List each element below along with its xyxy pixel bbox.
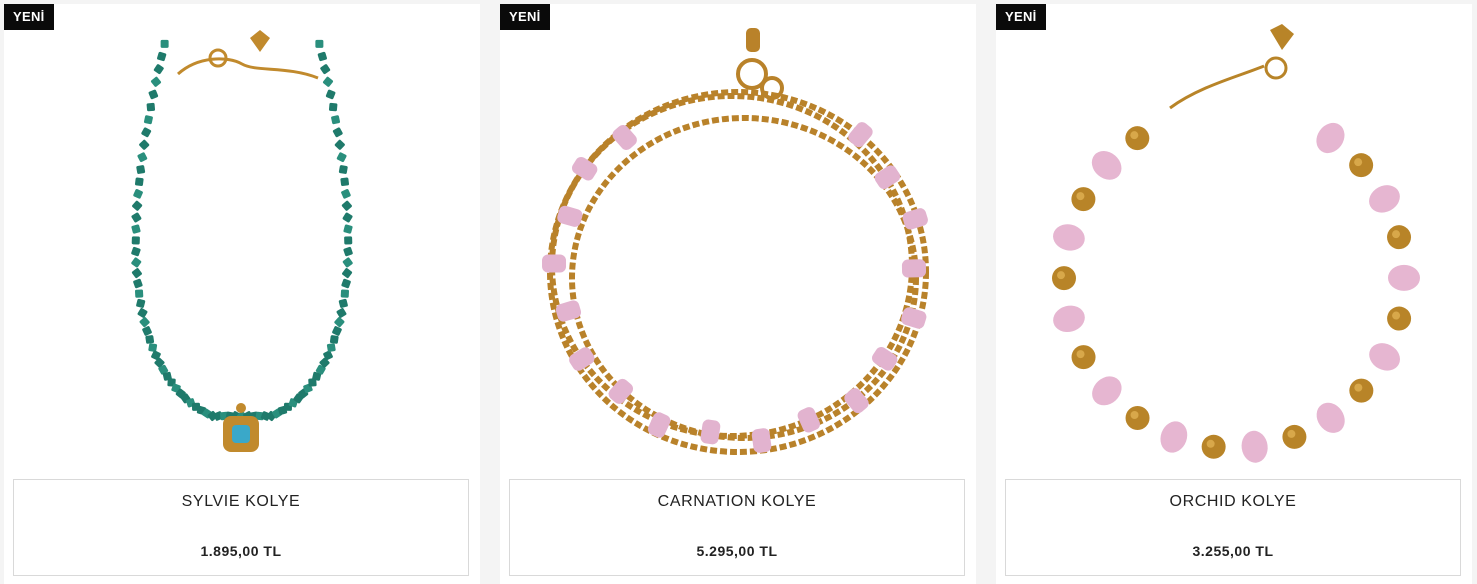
product-card[interactable]: YENİ CARNATION KOLYE 5.295,00 TL <box>500 4 976 584</box>
product-info[interactable]: SYLVIE KOLYE 1.895,00 TL <box>13 479 469 576</box>
necklace-image <box>131 30 353 452</box>
product-grid: YENİ SYLVIE KOLYE 1.895,00 TL YENİ CARNA… <box>0 0 1477 584</box>
necklace-image <box>1052 24 1420 463</box>
product-image[interactable] <box>524 16 952 474</box>
product-name[interactable]: CARNATION KOLYE <box>510 493 964 511</box>
product-name[interactable]: ORCHID KOLYE <box>1006 493 1460 511</box>
product-price: 5.295,00 TL <box>696 543 778 559</box>
product-price: 3.255,00 TL <box>1192 543 1274 559</box>
product-image[interactable] <box>28 16 456 474</box>
necklace-image <box>542 28 929 455</box>
product-image[interactable] <box>1020 16 1448 474</box>
product-name[interactable]: SYLVIE KOLYE <box>14 493 468 511</box>
product-card[interactable]: YENİ ORCHID KOLYE 3.255,00 TL <box>996 4 1472 584</box>
product-price: 1.895,00 TL <box>200 543 282 559</box>
product-card[interactable]: YENİ SYLVIE KOLYE 1.895,00 TL <box>4 4 480 584</box>
product-info[interactable]: ORCHID KOLYE 3.255,00 TL <box>1005 479 1461 576</box>
product-info[interactable]: CARNATION KOLYE 5.295,00 TL <box>509 479 965 576</box>
